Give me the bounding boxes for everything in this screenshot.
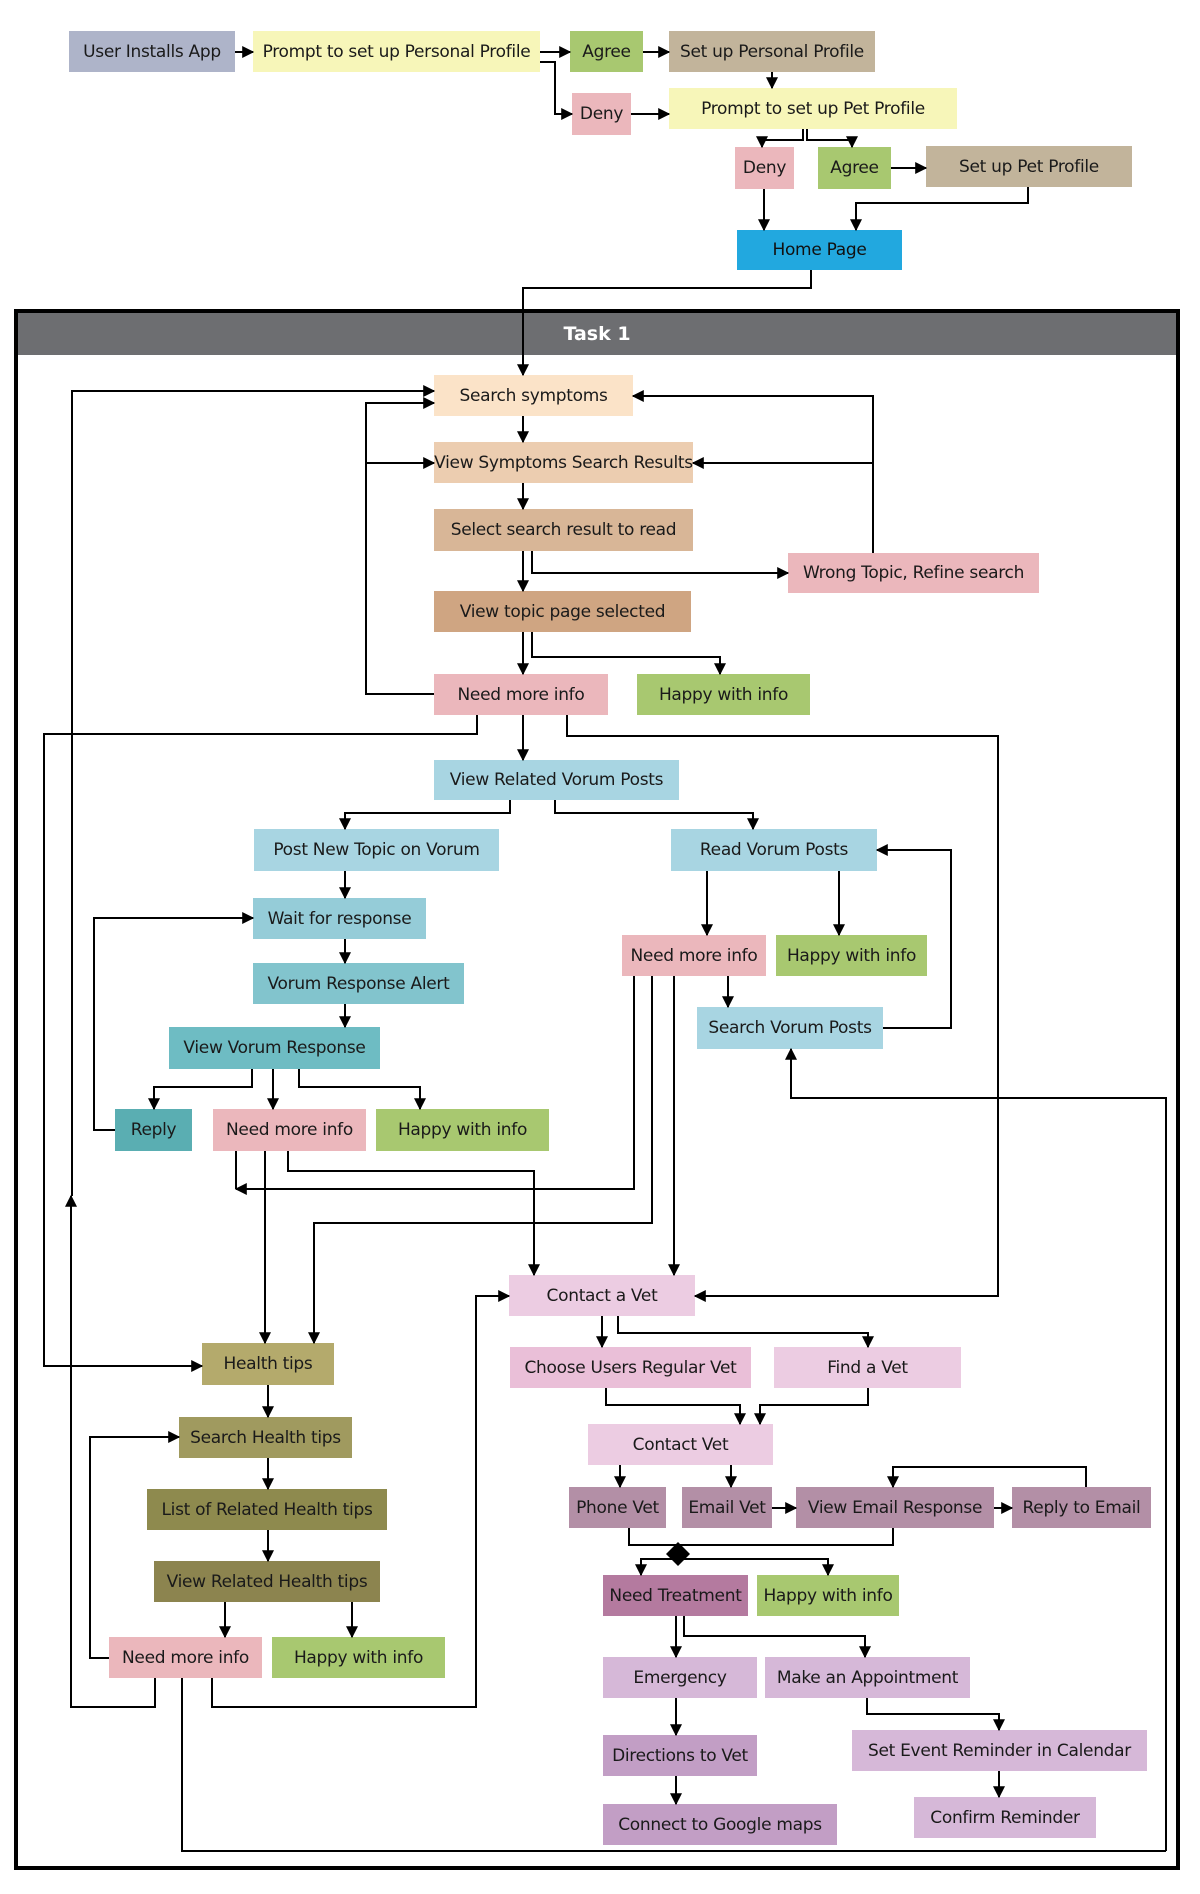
connector-49: [754, 1388, 869, 1426]
connector-11: [517, 270, 812, 377]
flowchart-connectors: [43, 46, 1167, 1852]
connector-72: [181, 1678, 1166, 1852]
connector-27: [554, 800, 759, 831]
connector-26: [339, 800, 511, 831]
connector-48: [605, 1388, 746, 1426]
connector-44: [875, 844, 952, 1029]
connector-54: [887, 1466, 1087, 1489]
connector-33: [298, 1069, 426, 1111]
connector-19: [531, 632, 726, 676]
connector-45: [785, 1047, 1167, 1851]
connector-34: [93, 912, 255, 1131]
connector-59: [683, 1616, 871, 1659]
connector-47: [617, 1316, 874, 1349]
connector-62: [866, 1698, 1005, 1732]
connector-31: [148, 1069, 253, 1111]
connector-39: [308, 976, 653, 1345]
connector-25: [566, 715, 999, 1302]
flowchart-canvas: Task 1 User Installs App Prompt to set up…: [0, 0, 1200, 1894]
connector-57: [678, 1558, 834, 1577]
connector-36: [234, 976, 635, 1195]
connector-3: [540, 61, 574, 120]
connector-6: [756, 129, 804, 149]
connector-38: [287, 1151, 540, 1277]
connector-20: [365, 397, 436, 695]
connector-15: [531, 551, 790, 579]
connector-70: [65, 1194, 156, 1708]
connector-55: [628, 1528, 894, 1546]
connector-10: [850, 187, 1029, 232]
connector-16: [631, 390, 874, 553]
connector-7: [806, 129, 858, 149]
connector-71: [211, 1290, 511, 1708]
connector-69: [89, 1431, 181, 1659]
connector-56: [635, 1558, 678, 1577]
